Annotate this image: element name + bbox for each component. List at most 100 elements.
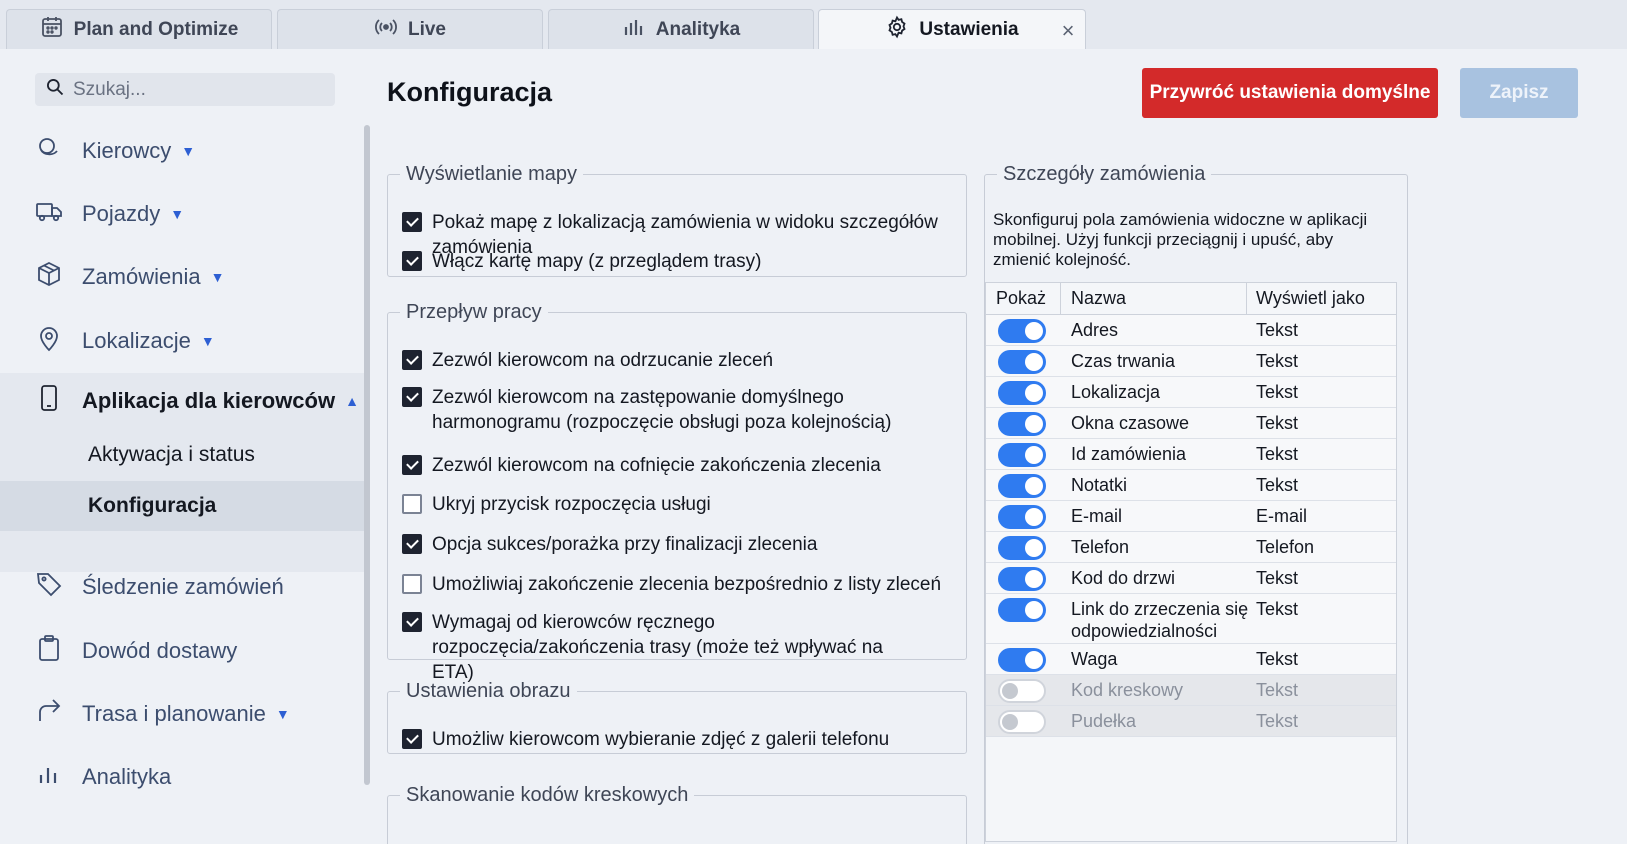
option-hide-start-button[interactable]: Ukryj przycisk rozpoczęcia usługi (402, 492, 711, 517)
field-name: Id zamówienia (1071, 444, 1187, 464)
route-arrow-icon (35, 697, 82, 731)
sidebar-item-analityka[interactable]: Analityka (0, 749, 364, 805)
show-toggle[interactable] (998, 474, 1046, 498)
sidebar-item-kierowcy[interactable]: Kierowcy ▼ (0, 123, 364, 179)
restore-defaults-button[interactable]: Przywróć ustawienia domyślne (1142, 68, 1438, 118)
clipboard-icon (35, 634, 82, 668)
checkbox[interactable] (402, 612, 422, 632)
table-row[interactable]: Id zamówienia Tekst (986, 439, 1396, 470)
chevron-down-icon: ▼ (200, 333, 215, 349)
table-row[interactable]: Waga Tekst (986, 644, 1396, 675)
table-row[interactable]: Link do zrzeczenia się odpowiedzialności… (986, 594, 1396, 644)
show-toggle[interactable] (998, 443, 1046, 467)
field-display-as: E-mail (1256, 506, 1308, 526)
field-name: Okna czasowe (1071, 413, 1190, 433)
show-toggle[interactable] (998, 412, 1046, 436)
chevron-down-icon: ▼ (275, 706, 290, 722)
column-header-display: Wyświetl jako (1256, 288, 1365, 308)
option-reject-orders[interactable]: Zezwól kierowcom na odrzucanie zleceń (402, 348, 773, 373)
search-input[interactable] (73, 78, 313, 101)
field-display-as: Tekst (1256, 382, 1299, 402)
show-toggle[interactable] (998, 710, 1046, 734)
tab-plan-and-optimize[interactable]: Plan and Optimize (6, 9, 272, 49)
tab-bar: Plan and Optimize Live Analityka Ustawie… (0, 0, 1627, 49)
show-toggle[interactable] (998, 567, 1046, 591)
field-name: E-mail (1071, 506, 1123, 526)
table-row[interactable]: Kod kreskowy Tekst (986, 675, 1396, 706)
field-name: Waga (1071, 649, 1118, 669)
table-row[interactable]: E-mail E-mail (986, 501, 1396, 532)
option-undo-completion[interactable]: Zezwól kierowcom na cofnięcie zakończeni… (402, 453, 881, 478)
workflow-group: Przepływ pracy Zezwól kierowcom na odrzu… (387, 301, 967, 683)
checkbox[interactable] (402, 387, 422, 407)
show-toggle[interactable] (998, 350, 1046, 374)
field-display-as: Tekst (1256, 568, 1299, 588)
sidebar-scrollbar[interactable] (364, 125, 370, 785)
show-toggle[interactable] (998, 319, 1046, 343)
option-label: Zezwól kierowcom na cofnięcie zakończeni… (432, 455, 881, 476)
show-toggle[interactable] (998, 679, 1046, 703)
table-row[interactable]: Okna czasowe Tekst (986, 408, 1396, 439)
tab-live[interactable]: Live (277, 9, 543, 49)
show-toggle[interactable] (998, 598, 1046, 622)
sidebar-item-sledzenie[interactable]: Śledzenie zamówień (0, 559, 364, 615)
checkbox[interactable] (402, 574, 422, 594)
tab-analityka[interactable]: Analityka (548, 9, 814, 49)
table-row[interactable]: Adres Tekst (986, 315, 1396, 346)
sidebar-item-pojazdy[interactable]: Pojazdy ▼ (0, 186, 364, 242)
field-display-as: Tekst (1256, 320, 1299, 340)
show-toggle[interactable] (998, 505, 1046, 529)
show-toggle[interactable] (998, 648, 1046, 672)
sidebar-item-trasa[interactable]: Trasa i planowanie ▼ (0, 686, 364, 742)
sidebar-item-label: Lokalizacje (82, 328, 191, 353)
close-icon[interactable]: × (1057, 18, 1079, 44)
phone-icon (35, 384, 82, 418)
sidebar-item-lokalizacje[interactable]: Lokalizacje ▼ (0, 313, 364, 369)
sidebar-item-label: Kierowcy (82, 138, 172, 163)
barcode-scanning-group: Skanowanie kodów kreskowych (387, 784, 967, 844)
table-row[interactable]: Telefon Telefon (986, 532, 1396, 563)
field-name: Pudełka (1071, 711, 1137, 731)
option-complete-from-list[interactable]: Umożliwiaj zakończenie zlecenia bezpośre… (402, 572, 941, 597)
option-label: Włącz kartę mapy (z przeglądem trasy) (432, 251, 762, 272)
field-name: Kod kreskowy (1071, 680, 1184, 700)
chevron-down-icon: ▼ (170, 206, 185, 222)
checkbox[interactable] (402, 729, 422, 749)
sidebar-item-label: Trasa i planowanie (82, 701, 266, 726)
field-display-as: Telefon (1256, 537, 1315, 557)
tab-label: Live (407, 18, 447, 40)
save-button[interactable]: Zapisz (1460, 68, 1578, 118)
option-map-card[interactable]: Włącz kartę mapy (z przeglądem trasy) (402, 249, 761, 274)
checkbox[interactable] (402, 534, 422, 554)
checkbox[interactable] (402, 251, 422, 271)
sidebar-subitem-aktywacja[interactable]: Aktywacja i status (0, 430, 364, 480)
sidebar-subitem-konfiguracja[interactable]: Konfiguracja (0, 481, 364, 531)
truck-icon (35, 197, 82, 231)
table-row[interactable]: Notatki Tekst (986, 470, 1396, 501)
table-row[interactable]: Kod do drzwi Tekst (986, 563, 1396, 594)
search-icon (45, 77, 65, 102)
sidebar-item-dowod-dostawy[interactable]: Dowód dostawy (0, 623, 364, 679)
box-icon (35, 260, 82, 294)
field-display-as: Tekst (1256, 413, 1299, 433)
search-box[interactable] (35, 73, 335, 106)
show-toggle[interactable] (998, 381, 1046, 405)
checkbox[interactable] (402, 350, 422, 370)
sidebar-item-aplikacja-dla-kierowcow[interactable]: Aplikacja dla kierowców ▲ (0, 373, 364, 429)
table-row[interactable]: Lokalizacja Tekst (986, 377, 1396, 408)
option-label: Ukryj przycisk rozpoczęcia usługi (432, 494, 711, 515)
group-legend: Skanowanie kodów kreskowych (406, 784, 689, 806)
option-override-schedule[interactable]: Zezwól kierowcom na zastępowanie domyśln… (402, 385, 922, 435)
option-gallery-photos[interactable]: Umożliw kierowcom wybieranie zdjęć z gal… (402, 727, 889, 752)
table-row[interactable]: Czas trwania Tekst (986, 346, 1396, 377)
checkbox[interactable] (402, 212, 422, 232)
tab-ustawienia[interactable]: Ustawienia × (818, 9, 1086, 49)
option-manual-route-start[interactable]: Wymagaj od kierowców ręcznego rozpoczęci… (402, 610, 902, 685)
table-row[interactable]: Pudełka Tekst (986, 706, 1396, 737)
sidebar-item-zamowienia[interactable]: Zamówienia ▼ (0, 249, 364, 305)
checkbox[interactable] (402, 494, 422, 514)
map-pin-icon (35, 324, 82, 358)
option-success-failure[interactable]: Opcja sukces/porażka przy finalizacji zl… (402, 532, 817, 557)
show-toggle[interactable] (998, 536, 1046, 560)
checkbox[interactable] (402, 455, 422, 475)
